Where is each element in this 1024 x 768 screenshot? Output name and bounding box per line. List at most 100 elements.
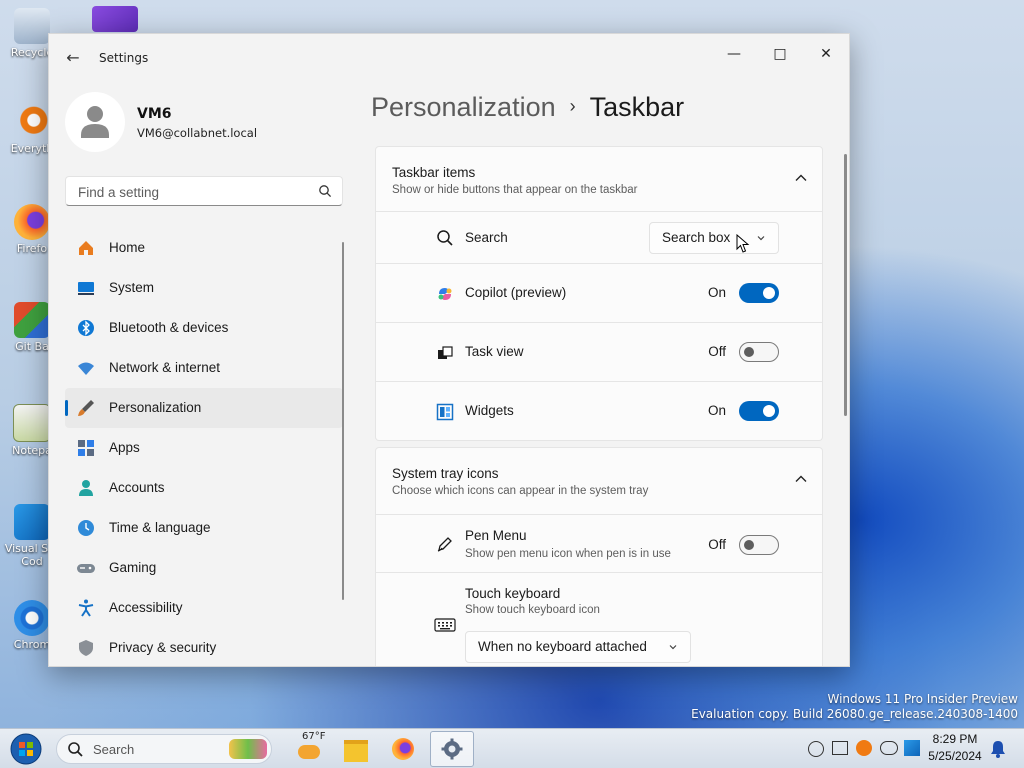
sidebar-item-label: Gaming [109,560,157,575]
taskbar-firefox[interactable] [381,731,425,767]
breadcrumb: Personalization › Taskbar [371,92,684,123]
breadcrumb-parent[interactable]: Personalization [371,92,556,122]
chevron-up-icon[interactable] [794,472,808,486]
sidebar-item-bluetooth-devices[interactable]: Bluetooth & devices [65,308,343,348]
watermark-line: Windows 11 Pro Insider Preview [827,692,1018,706]
search-mode-dropdown[interactable]: Search box [649,222,779,254]
task-view-icon [438,346,453,359]
pen-menu-label: Pen Menu [465,528,527,543]
widgets-toggle[interactable] [739,401,779,421]
close-button[interactable]: ✕ [803,38,849,70]
sidebar-item-privacy-security[interactable]: Privacy & security [65,628,343,666]
content-scrollbar[interactable] [844,154,847,416]
sidebar-item-label: Bluetooth & devices [109,320,229,335]
maximize-button[interactable]: □ [757,38,803,70]
settings-content: Taskbar items Show or hide buttons that … [375,146,823,666]
watermark-line: Evaluation copy. Build 26080.ge_release.… [691,707,1018,721]
user-email: VM6@collabnet.local [137,126,258,140]
back-arrow-icon[interactable]: ← [63,48,83,68]
taskbar-settings[interactable] [430,731,474,767]
touch-keyboard-value: When no keyboard attached [478,639,647,654]
group-subtitle: Show or hide buttons that appear on the … [392,184,638,196]
desktop-icon-label: Git Ba [15,340,49,353]
desktop-icon-label: Firefo [16,242,48,255]
touch-keyboard-description: Show touch keyboard icon [465,604,600,616]
sidebar-item-system[interactable]: System [65,268,343,308]
vscode-tray-icon[interactable] [904,740,920,756]
user-profile[interactable]: VM6 VM6@collabnet.local [63,90,353,154]
display-icon[interactable] [832,741,848,755]
group-subtitle: Choose which icons can appear in the sys… [392,485,649,497]
sidebar-item-label: Apps [109,440,140,455]
find-setting-input[interactable] [76,177,310,207]
group-title: System tray icons [392,466,499,481]
minimize-button[interactable]: — [711,38,757,70]
pen-menu-description: Show pen menu icon when pen is in use [465,548,671,560]
taskbar-file-explorer[interactable] [334,731,378,767]
gear-icon [441,738,463,760]
task-view-setting-row: Task view Off [375,323,823,382]
copilot-state: On [707,285,726,300]
firefox-icon [392,738,414,760]
apps-icon [78,440,94,456]
sidebar-item-gaming[interactable]: Gaming [65,548,343,588]
start-button-icon[interactable] [6,731,46,767]
sidebar-item-network-internet[interactable]: Network & internet [65,348,343,388]
clock-date[interactable]: 5/25/2024 [920,749,990,763]
cloud-offline-icon[interactable] [880,741,898,755]
task-view-state: Off [708,344,726,359]
taskbar-search-box[interactable]: Search [56,734,272,764]
search-highlight-icon [229,739,267,759]
git-bash-icon [14,302,50,338]
search-setting-row: Search Search box [375,212,823,264]
search-setting-label: Search [465,230,508,245]
clock-time[interactable]: 8:29 PM [920,732,990,746]
desktop-icon-label: Chrom [13,638,51,651]
everything-search-icon [14,104,50,140]
chevron-down-icon [669,645,677,650]
wifi-icon [78,362,94,375]
mouse-cursor-icon [736,234,750,253]
notification-bell-icon[interactable] [990,740,1006,758]
title-bar[interactable]: ← Settings — □ ✕ [49,34,849,82]
sidebar-item-accounts[interactable]: Accounts [65,468,343,508]
keyboard-icon [434,618,456,632]
search-icon[interactable] [318,184,332,198]
firefox-icon [14,204,50,240]
shield-icon [79,640,93,656]
touch-keyboard-dropdown[interactable]: When no keyboard attached [465,631,691,663]
sidebar-item-accessibility[interactable]: Accessibility [65,588,343,628]
sidebar-item-apps[interactable]: Apps [65,428,343,468]
sidebar-scrollbar[interactable] [342,242,344,600]
visual-studio-icon[interactable] [92,6,138,32]
page-title: Taskbar [589,92,685,122]
system-tray-icons-header[interactable]: System tray icons Choose which icons can… [375,447,823,515]
windows-watermark: Windows 11 Pro Insider Preview Evaluatio… [691,692,1018,722]
task-view-toggle[interactable] [739,342,779,362]
find-setting-box[interactable] [65,176,343,207]
taskbar-items-header[interactable]: Taskbar items Show or hide buttons that … [375,146,823,212]
copilot-toggle[interactable] [739,283,779,303]
sidebar-item-label: Accessibility [109,600,183,615]
home-icon [79,241,93,255]
taskbar-search-label: Search [93,742,135,757]
vscode-icon [14,504,50,540]
desktop-icon-label: Recycle [10,46,54,59]
chevron-up-icon[interactable] [794,171,808,185]
breadcrumb-separator-icon: › [569,96,576,116]
accessibility-icon [78,599,94,617]
sidebar-item-time-language[interactable]: Time & language [65,508,343,548]
chevron-down-icon [757,236,765,241]
sidebar-item-home[interactable]: Home [65,228,343,268]
sidebar-item-label: Time & language [109,520,211,535]
search-icon [68,742,83,757]
network-status-icon[interactable] [808,741,824,757]
copilot-setting-label: Copilot (preview) [465,285,567,300]
gamepad-icon [77,564,95,573]
everything-tray-icon[interactable] [856,740,872,756]
sidebar-item-personalization[interactable]: Personalization [65,388,343,428]
sidebar-item-label: Privacy & security [109,640,217,655]
pen-menu-toggle[interactable] [739,535,779,555]
desktop-icon-label: Everyth [10,142,54,155]
settings-window: ← Settings — □ ✕ VM6 VM6@collabnet.local… [48,33,850,667]
